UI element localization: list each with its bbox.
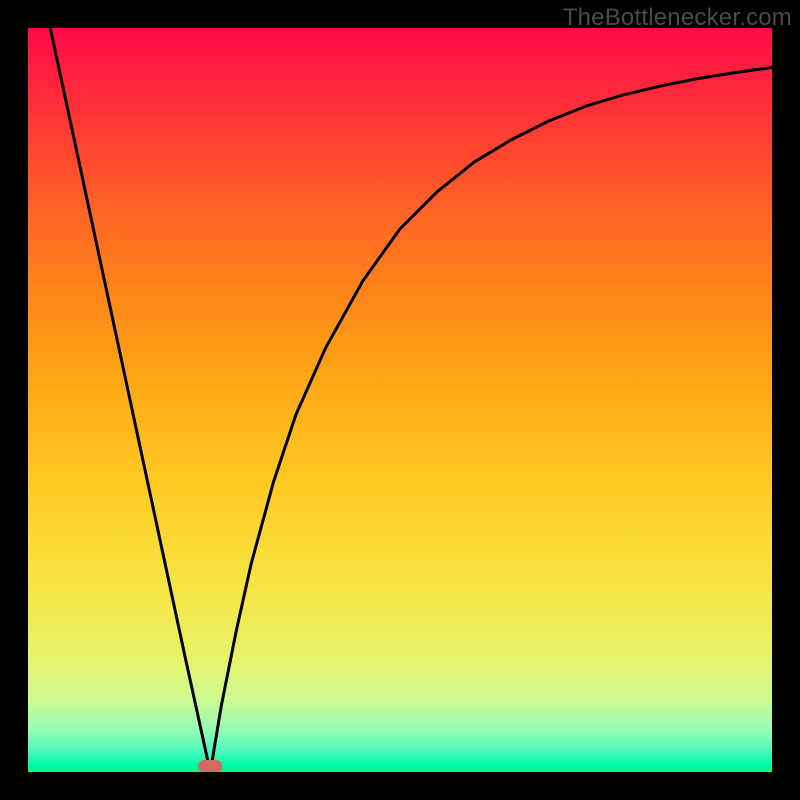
plot-area <box>28 28 772 772</box>
chart-frame: TheBottlenecker.com <box>0 0 800 800</box>
optimal-point-marker <box>198 760 222 772</box>
bottleneck-curve <box>28 28 772 772</box>
watermark-label: TheBottlenecker.com <box>563 4 792 32</box>
